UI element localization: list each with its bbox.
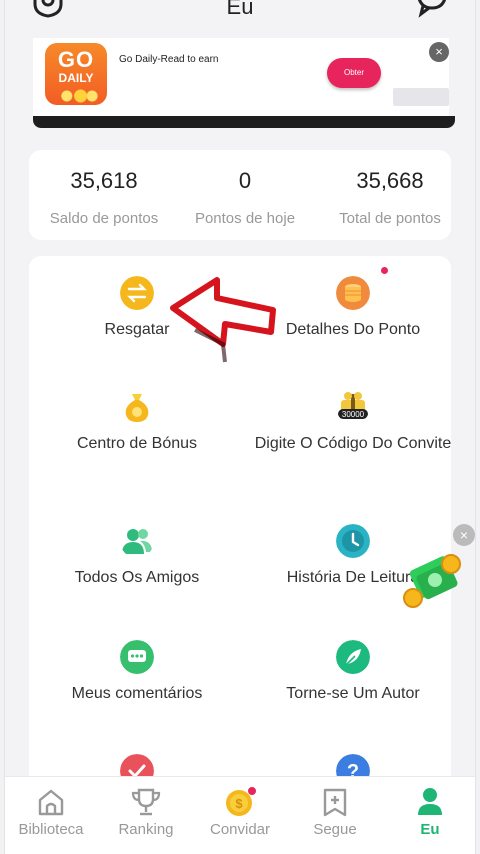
- coins-icon: [53, 89, 99, 103]
- nav-item-ranking[interactable]: Ranking: [98, 787, 194, 838]
- feather-icon: [336, 640, 370, 674]
- money-bag-icon: [125, 394, 149, 422]
- pointer-arrow-icon: [170, 277, 276, 363]
- clock-icon: [336, 524, 370, 558]
- cash-reward-icon[interactable]: [401, 550, 465, 612]
- comment-icon: [120, 640, 154, 674]
- points-summary: 35,618 Saldo de pontos 0 Pontos de hoje …: [29, 150, 451, 240]
- gift-30000-icon: 30000: [338, 392, 368, 419]
- friends-icon: [122, 529, 152, 554]
- nav-item-library[interactable]: Biblioteca: [3, 787, 99, 838]
- coin-icon: $: [226, 787, 256, 816]
- nav-item-following[interactable]: Segue: [287, 787, 383, 838]
- nav-item-invite[interactable]: $ Convidar: [192, 787, 288, 838]
- exchange-icon: [120, 276, 154, 310]
- ad-card: GO DAILY Go Daily-Read to earn Obter ×: [33, 38, 449, 116]
- close-icon[interactable]: ×: [429, 42, 449, 62]
- ad-text: Go Daily-Read to earn: [119, 54, 219, 65]
- bottom-nav: Biblioteca Ranking $ Convidar Segue Eu: [5, 776, 475, 854]
- notification-dot: [381, 267, 388, 274]
- app-screen: Eu GO DAILY Go Daily-Read to earn Obter …: [4, 0, 476, 854]
- ad-get-button[interactable]: Obter: [327, 58, 381, 88]
- top-bar: Eu: [5, 0, 475, 30]
- library-icon: [38, 789, 64, 816]
- floating-close-icon[interactable]: ×: [453, 524, 475, 546]
- message-icon[interactable]: [415, 0, 449, 18]
- ad-banner[interactable]: GO DAILY Go Daily-Read to earn Obter ×: [33, 38, 455, 128]
- profile-icon: [418, 788, 442, 815]
- page-title: Eu: [226, 0, 254, 19]
- coins-stack-icon: [336, 276, 370, 310]
- bookmark-plus-icon: [323, 788, 347, 817]
- ad-badge: [393, 88, 449, 106]
- ad-bottom-bar: [33, 116, 455, 128]
- nav-item-me[interactable]: Eu: [382, 787, 478, 838]
- svg-text:$: $: [235, 796, 243, 811]
- go-daily-logo: GO DAILY: [45, 43, 107, 105]
- trophy-icon: [131, 788, 161, 816]
- svg-text:30000: 30000: [342, 410, 365, 419]
